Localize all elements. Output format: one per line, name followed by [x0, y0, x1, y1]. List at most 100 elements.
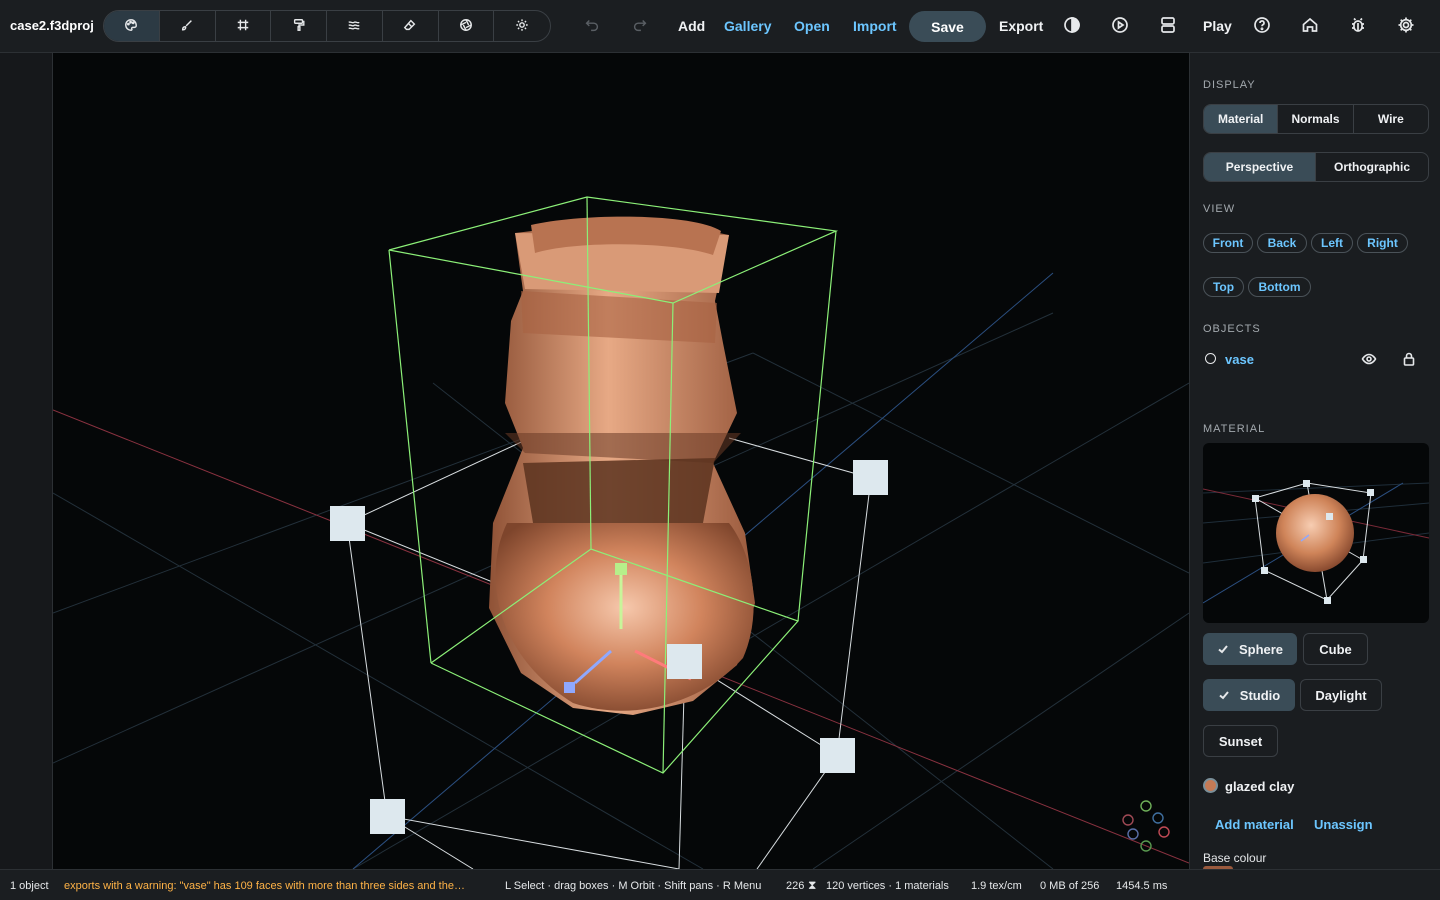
home-button[interactable]: [1299, 15, 1321, 37]
object-row-vase[interactable]: vase: [1203, 349, 1429, 369]
left-sidebar: [0, 53, 53, 869]
tool-paint-roller[interactable]: [271, 11, 327, 41]
play-circle-icon: [1110, 15, 1130, 38]
tool-aperture[interactable]: [439, 11, 495, 41]
import-button[interactable]: Import: [853, 18, 897, 34]
display-normals[interactable]: Normals: [1278, 105, 1354, 133]
status-polycount: 226: [786, 880, 805, 892]
view-front-button[interactable]: Front: [1203, 233, 1253, 253]
base-colour-label: Base colour: [1203, 851, 1267, 865]
material-title: MATERIAL: [1203, 423, 1266, 435]
tool-brush[interactable]: [160, 11, 216, 41]
material-name: glazed clay: [1225, 779, 1295, 794]
preview-sphere-button[interactable]: Sphere: [1203, 633, 1297, 665]
tool-waves[interactable]: [327, 11, 383, 41]
visibility-toggle[interactable]: [1361, 351, 1377, 367]
projection-orthographic[interactable]: Orthographic: [1316, 153, 1428, 181]
status-warning[interactable]: exports with a warning: "vase" has 109 f…: [64, 880, 496, 892]
preview-play-button[interactable]: [1109, 15, 1131, 37]
lighting-daylight-button[interactable]: Daylight: [1300, 679, 1382, 711]
layout-button[interactable]: [1157, 15, 1179, 37]
material-swatch[interactable]: [1203, 778, 1218, 793]
add-button[interactable]: Add: [678, 18, 705, 34]
top-bar: case2.f3dproj Add Gallery Open Import Sa…: [0, 0, 1440, 53]
waves-icon: [347, 18, 361, 35]
redo-button[interactable]: [630, 16, 650, 36]
orientation-widget: [1122, 800, 1170, 852]
preview-cube-button[interactable]: Cube: [1303, 633, 1368, 665]
view-title: VIEW: [1203, 203, 1236, 215]
tool-group: [103, 10, 551, 42]
play-button[interactable]: Play: [1203, 18, 1232, 34]
tool-grid[interactable]: [216, 11, 272, 41]
properties-panel: DISPLAY Material Normals Wire Perspectiv…: [1189, 53, 1440, 869]
projection-perspective[interactable]: Perspective: [1204, 153, 1316, 181]
export-button[interactable]: Export: [999, 18, 1043, 34]
gear-icon: [1396, 15, 1416, 38]
debug-button[interactable]: [1347, 15, 1369, 37]
view-top-button[interactable]: Top: [1203, 277, 1244, 297]
display-wire[interactable]: Wire: [1354, 105, 1428, 133]
tool-eraser[interactable]: [383, 11, 439, 41]
status-hints: L Select · drag boxes · M Orbit · Shift …: [505, 880, 762, 892]
redo-icon: [631, 16, 649, 37]
view-left-button[interactable]: Left: [1311, 233, 1353, 253]
status-texel-density: 1.9 tex/cm: [971, 880, 1022, 892]
view-right-button[interactable]: Right: [1357, 233, 1408, 253]
open-button[interactable]: Open: [794, 18, 830, 34]
settings-button[interactable]: [1395, 15, 1417, 37]
undo-button[interactable]: [582, 16, 602, 36]
help-button[interactable]: [1251, 15, 1273, 37]
aperture-icon: [459, 18, 473, 35]
preview-scene: [1203, 480, 1429, 604]
contrast-icon: [1062, 15, 1082, 38]
status-counts: 120 vertices · 1 materials: [826, 880, 949, 892]
tool-palette[interactable]: [104, 11, 160, 41]
lighting-studio-button[interactable]: Studio: [1203, 679, 1295, 711]
material-row[interactable]: glazed clay: [1203, 777, 1429, 797]
material-preview[interactable]: [1203, 443, 1429, 623]
undo-icon: [583, 16, 601, 37]
lock-toggle[interactable]: [1401, 351, 1417, 367]
help-icon: [1252, 15, 1272, 38]
check-icon: [1217, 643, 1229, 655]
tool-sun[interactable]: [494, 11, 550, 41]
display-mode-toggle: Material Normals Wire: [1203, 104, 1429, 134]
triangle-icon: ⧗: [808, 878, 817, 892]
bug-icon: [1348, 15, 1368, 38]
lock-icon: [1401, 352, 1417, 370]
status-memory: 0 MB of 256: [1040, 880, 1100, 892]
status-frame-time: 1454.5 ms: [1116, 880, 1168, 892]
object-name[interactable]: vase: [1225, 352, 1254, 367]
view-back-button[interactable]: Back: [1257, 233, 1307, 253]
unassign-button[interactable]: Unassign: [1314, 817, 1373, 832]
display-title: DISPLAY: [1203, 79, 1256, 91]
check-icon: [1218, 689, 1230, 701]
lighting-studio-label: Studio: [1239, 687, 1281, 703]
add-material-button[interactable]: Add material: [1215, 817, 1294, 832]
contrast-button[interactable]: [1061, 15, 1083, 37]
view-bottom-button[interactable]: Bottom: [1248, 277, 1311, 297]
save-button[interactable]: Save: [909, 11, 986, 42]
status-object-count: 1 object: [10, 880, 49, 892]
eye-icon: [1361, 353, 1377, 370]
paint-roller-icon: [292, 18, 306, 35]
palette-icon: [124, 18, 138, 35]
home-icon: [1300, 15, 1320, 38]
viewport-scene: [53, 196, 1189, 869]
status-bar: 1 object exports with a warning: "vase" …: [0, 869, 1440, 900]
display-material[interactable]: Material: [1204, 105, 1279, 133]
projection-toggle: Perspective Orthographic: [1203, 152, 1429, 182]
vase-model: [489, 216, 755, 715]
sun-icon: [515, 18, 529, 35]
layout-icon: [1158, 15, 1178, 38]
project-name: case2.f3dproj: [10, 18, 94, 33]
preview-sphere-label: Sphere: [1238, 641, 1284, 657]
brush-icon: [180, 18, 194, 35]
3d-viewport[interactable]: [53, 53, 1189, 869]
eraser-icon: [403, 18, 417, 35]
objects-title: OBJECTS: [1203, 323, 1261, 335]
gallery-button[interactable]: Gallery: [724, 18, 771, 34]
grid-icon: [236, 18, 250, 35]
lighting-sunset-button[interactable]: Sunset: [1203, 725, 1278, 757]
